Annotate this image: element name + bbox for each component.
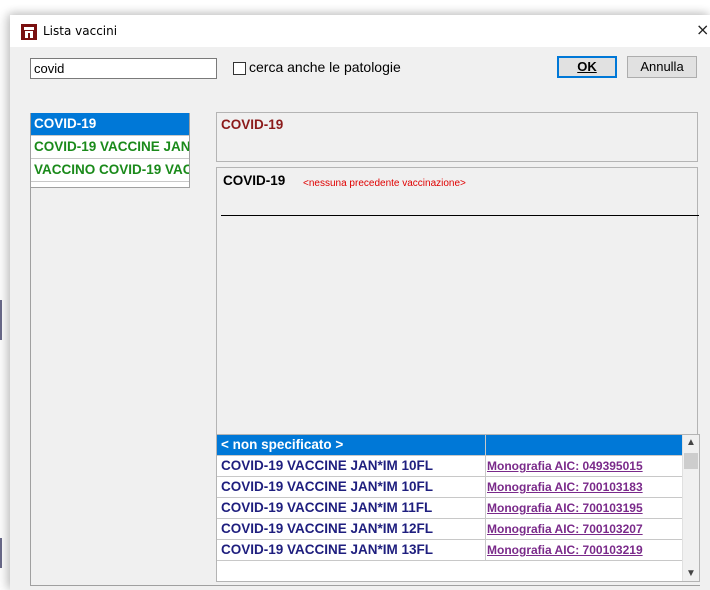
ok-button-label: OK <box>577 59 597 74</box>
vaccine-detail-panel: COVID-19 <box>216 112 698 162</box>
detail-title: COVID-19 <box>221 117 284 132</box>
table-row[interactable]: COVID-19 VACCINE JAN*IM 11FL Monografia … <box>217 498 683 519</box>
table-row[interactable]: COVID-19 VACCINE JAN*IM 10FL Monografia … <box>217 456 683 477</box>
vertical-scrollbar[interactable]: ▲ ▼ <box>682 435 699 581</box>
vaccine-list-item[interactable]: COVID-19 <box>31 113 189 136</box>
vaccine-list[interactable]: COVID-19 COVID-19 VACCINE JAN VACCINO CO… <box>30 113 190 188</box>
products-table[interactable]: < non specificato > COVID-19 VACCINE JAN… <box>216 434 700 582</box>
scrollbar-thumb[interactable] <box>684 453 698 469</box>
table-row[interactable]: COVID-19 VACCINE JAN*IM 13FL Monografia … <box>217 540 683 561</box>
product-name: COVID-19 VACCINE JAN*IM 13FL <box>217 540 486 560</box>
vaccine-list-item[interactable]: COVID-19 VACCINE JAN <box>31 136 189 159</box>
checkbox-box[interactable] <box>233 62 246 75</box>
cancel-button[interactable]: Annulla <box>627 56 697 78</box>
background-edge <box>0 538 2 568</box>
bottom-frame-border <box>30 585 700 586</box>
history-vaccine-name: COVID-19 <box>223 173 286 188</box>
window-title: Lista vaccini <box>43 24 118 38</box>
product-name: COVID-19 VACCINE JAN*IM 10FL <box>217 477 486 497</box>
title-bar: Lista vaccini × <box>10 15 710 47</box>
vaccination-history-panel: COVID-19 <nessuna precedente vaccinazion… <box>216 167 699 435</box>
cancel-button-label: Annulla <box>640 59 684 74</box>
ok-button[interactable]: OK <box>557 56 617 78</box>
monograph-link[interactable]: Monografia AIC: 700103195 <box>487 498 643 518</box>
background-edge <box>0 300 2 340</box>
checkbox-label: cerca anche le patologie <box>249 59 401 75</box>
product-name: COVID-19 VACCINE JAN*IM 12FL <box>217 519 486 539</box>
scroll-up-icon[interactable]: ▲ <box>686 437 696 448</box>
table-row[interactable]: COVID-19 VACCINE JAN*IM 12FL Monografia … <box>217 519 683 540</box>
vaccine-list-item[interactable]: VACCINO COVID-19 VAC <box>31 159 189 182</box>
table-row[interactable]: COVID-19 VACCINE JAN*IM 10FL Monografia … <box>217 477 683 498</box>
history-note: <nessuna precedente vaccinazione> <box>303 178 466 189</box>
product-name: COVID-19 VACCINE JAN*IM 10FL <box>217 456 486 476</box>
monograph-link[interactable]: Monografia AIC: 049395015 <box>487 456 643 476</box>
app-icon <box>21 24 37 40</box>
left-frame-border <box>30 187 31 585</box>
monograph-link[interactable]: Monografia AIC: 700103219 <box>487 540 643 560</box>
monograph-link[interactable]: Monografia AIC: 700103207 <box>487 519 643 539</box>
product-name: < non specificato > <box>217 435 486 455</box>
product-name: COVID-19 VACCINE JAN*IM 11FL <box>217 498 486 518</box>
monograph-link[interactable]: Monografia AIC: 700103183 <box>487 477 643 497</box>
scroll-down-icon[interactable]: ▼ <box>686 568 696 579</box>
table-row[interactable]: < non specificato > <box>217 435 683 456</box>
dialog-window: Lista vaccini × cerca anche le patologie… <box>10 15 710 590</box>
divider <box>221 215 699 216</box>
search-input[interactable] <box>30 58 217 79</box>
close-icon[interactable]: × <box>696 19 710 41</box>
